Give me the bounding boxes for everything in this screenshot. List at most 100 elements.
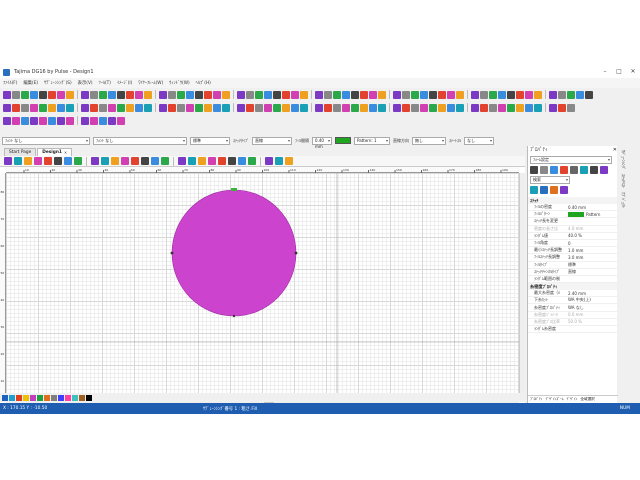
property-row[interactable]: 密度の長さ比 4.0 mm — [528, 226, 617, 233]
tool-icon[interactable] — [12, 103, 20, 112]
tool-icon[interactable] — [378, 103, 386, 112]
tool-icon[interactable] — [39, 90, 47, 99]
tool-icon[interactable] — [447, 90, 455, 99]
menu-item[interactable]: ﾍﾙﾌﾟ(H) — [193, 80, 214, 86]
tool-icon[interactable] — [57, 90, 65, 99]
tool-icon[interactable] — [438, 103, 446, 112]
tool-icon[interactable] — [151, 157, 159, 165]
tool-icon[interactable] — [204, 103, 212, 112]
panel-bottom-tab[interactable]: ﾃﾞｻﾞｲﾝｽﾞｰﾑ — [546, 397, 564, 402]
tool-icon[interactable] — [429, 90, 437, 99]
tool-icon[interactable] — [178, 157, 186, 165]
tool-icon[interactable] — [66, 116, 74, 125]
color-swatch[interactable] — [9, 394, 15, 401]
tool-icon[interactable] — [159, 103, 167, 112]
tool-icon[interactable] — [567, 90, 575, 99]
tool-icon[interactable] — [117, 116, 125, 125]
right-handle[interactable] — [294, 251, 298, 255]
tool-icon[interactable] — [360, 103, 368, 112]
tool-icon[interactable] — [549, 103, 557, 112]
tool-icon[interactable] — [549, 90, 557, 99]
menu-item[interactable]: ｳｨﾝﾄﾞｳ(W) — [166, 80, 193, 86]
tool-icon[interactable] — [135, 90, 143, 99]
tool-icon[interactable] — [66, 90, 74, 99]
tool-icon[interactable] — [188, 157, 196, 165]
tool-icon[interactable] — [39, 103, 47, 112]
panel-tool-icon[interactable] — [590, 166, 598, 174]
tool-icon[interactable] — [489, 103, 497, 112]
property-value[interactable]: WA なし — [568, 305, 617, 311]
tool-icon[interactable] — [525, 90, 533, 99]
property-value[interactable]: 2.40 mm — [568, 291, 617, 296]
color-swatch[interactable] — [51, 394, 57, 401]
tool-icon[interactable] — [39, 116, 47, 125]
tool-icon[interactable] — [21, 116, 29, 125]
tool-icon[interactable] — [291, 103, 299, 112]
panel-tab-icon[interactable] — [540, 186, 548, 194]
tool-icon[interactable] — [534, 90, 542, 99]
embroidery-circle-fill[interactable] — [171, 189, 297, 317]
tool-icon[interactable] — [48, 103, 56, 112]
side-tab[interactable]: ｽﾃｯﾁﾘｽﾄ — [620, 174, 626, 188]
tool-icon[interactable] — [81, 103, 89, 112]
tool-icon[interactable] — [57, 116, 65, 125]
tool-icon[interactable] — [30, 90, 38, 99]
maximize-icon[interactable]: □ — [612, 66, 626, 78]
tool-icon[interactable] — [208, 157, 216, 165]
side-tab[interactable]: ｵﾌﾞｼﾞｪｸﾄ — [620, 192, 626, 208]
tool-icon[interactable] — [351, 103, 359, 112]
tool-icon[interactable] — [567, 103, 575, 112]
panel-tab-icon[interactable] — [530, 186, 538, 194]
property-row[interactable]: ｽﾃｯﾁ長を変更 — [528, 218, 617, 226]
tool-icon[interactable] — [285, 157, 293, 165]
property-row[interactable]: ﾗﾝﾀﾞﾑ値 40.0 % — [528, 233, 617, 240]
tool-icon[interactable] — [177, 90, 185, 99]
tool-icon[interactable] — [282, 90, 290, 99]
color-swatch[interactable] — [2, 394, 8, 401]
tool-icon[interactable] — [411, 90, 419, 99]
tool-icon[interactable] — [585, 90, 593, 99]
tool-icon[interactable] — [57, 103, 65, 112]
bottom-handle[interactable] — [232, 314, 236, 318]
tool-icon[interactable] — [516, 103, 524, 112]
tool-icon[interactable] — [30, 103, 38, 112]
tool-icon[interactable] — [186, 103, 194, 112]
tool-icon[interactable] — [34, 157, 42, 165]
tool-icon[interactable] — [525, 103, 533, 112]
tool-icon[interactable] — [99, 103, 107, 112]
tool-icon[interactable] — [264, 90, 272, 99]
tool-icon[interactable] — [255, 103, 263, 112]
tool-icon[interactable] — [3, 90, 11, 99]
tool-icon[interactable] — [238, 157, 246, 165]
tool-icon[interactable] — [144, 90, 152, 99]
tool-icon[interactable] — [264, 103, 272, 112]
tool-icon[interactable] — [576, 90, 584, 99]
tool-icon[interactable] — [213, 90, 221, 99]
tool-icon[interactable] — [90, 103, 98, 112]
pin-icon[interactable]: ✕ — [613, 146, 617, 155]
tool-icon[interactable] — [117, 90, 125, 99]
tool-icon[interactable] — [393, 90, 401, 99]
panel-tool-icon[interactable] — [600, 166, 608, 174]
color-swatch[interactable] — [23, 394, 29, 401]
standard-dropdown[interactable]: 標準 — [190, 136, 230, 145]
tool-icon[interactable] — [195, 90, 203, 99]
tool-icon[interactable] — [111, 157, 119, 165]
menu-item[interactable]: ﾂｰﾙ(T) — [96, 80, 114, 86]
start-point-marker[interactable] — [231, 188, 237, 191]
tool-icon[interactable] — [81, 90, 89, 99]
tool-icon[interactable] — [342, 103, 350, 112]
property-row[interactable]: ﾌｨﾙｽﾃｯﾁ長調整 3.0 mm — [528, 254, 617, 262]
hole-dropdown[interactable]: なし — [464, 136, 494, 145]
tool-icon[interactable] — [393, 103, 401, 112]
property-row[interactable]: ﾌｨﾙの密度 0.40 mm — [528, 204, 617, 212]
tool-icon[interactable] — [480, 90, 488, 99]
left-handle[interactable] — [170, 251, 174, 255]
category-stitch[interactable]: ｽﾃｯﾁ — [528, 197, 617, 204]
property-value[interactable]: 50.0 % — [568, 319, 617, 324]
tool-icon[interactable] — [66, 103, 74, 112]
tool-icon[interactable] — [186, 90, 194, 99]
tool-icon[interactable] — [360, 90, 368, 99]
tool-icon[interactable] — [222, 103, 230, 112]
tool-icon[interactable] — [21, 90, 29, 99]
